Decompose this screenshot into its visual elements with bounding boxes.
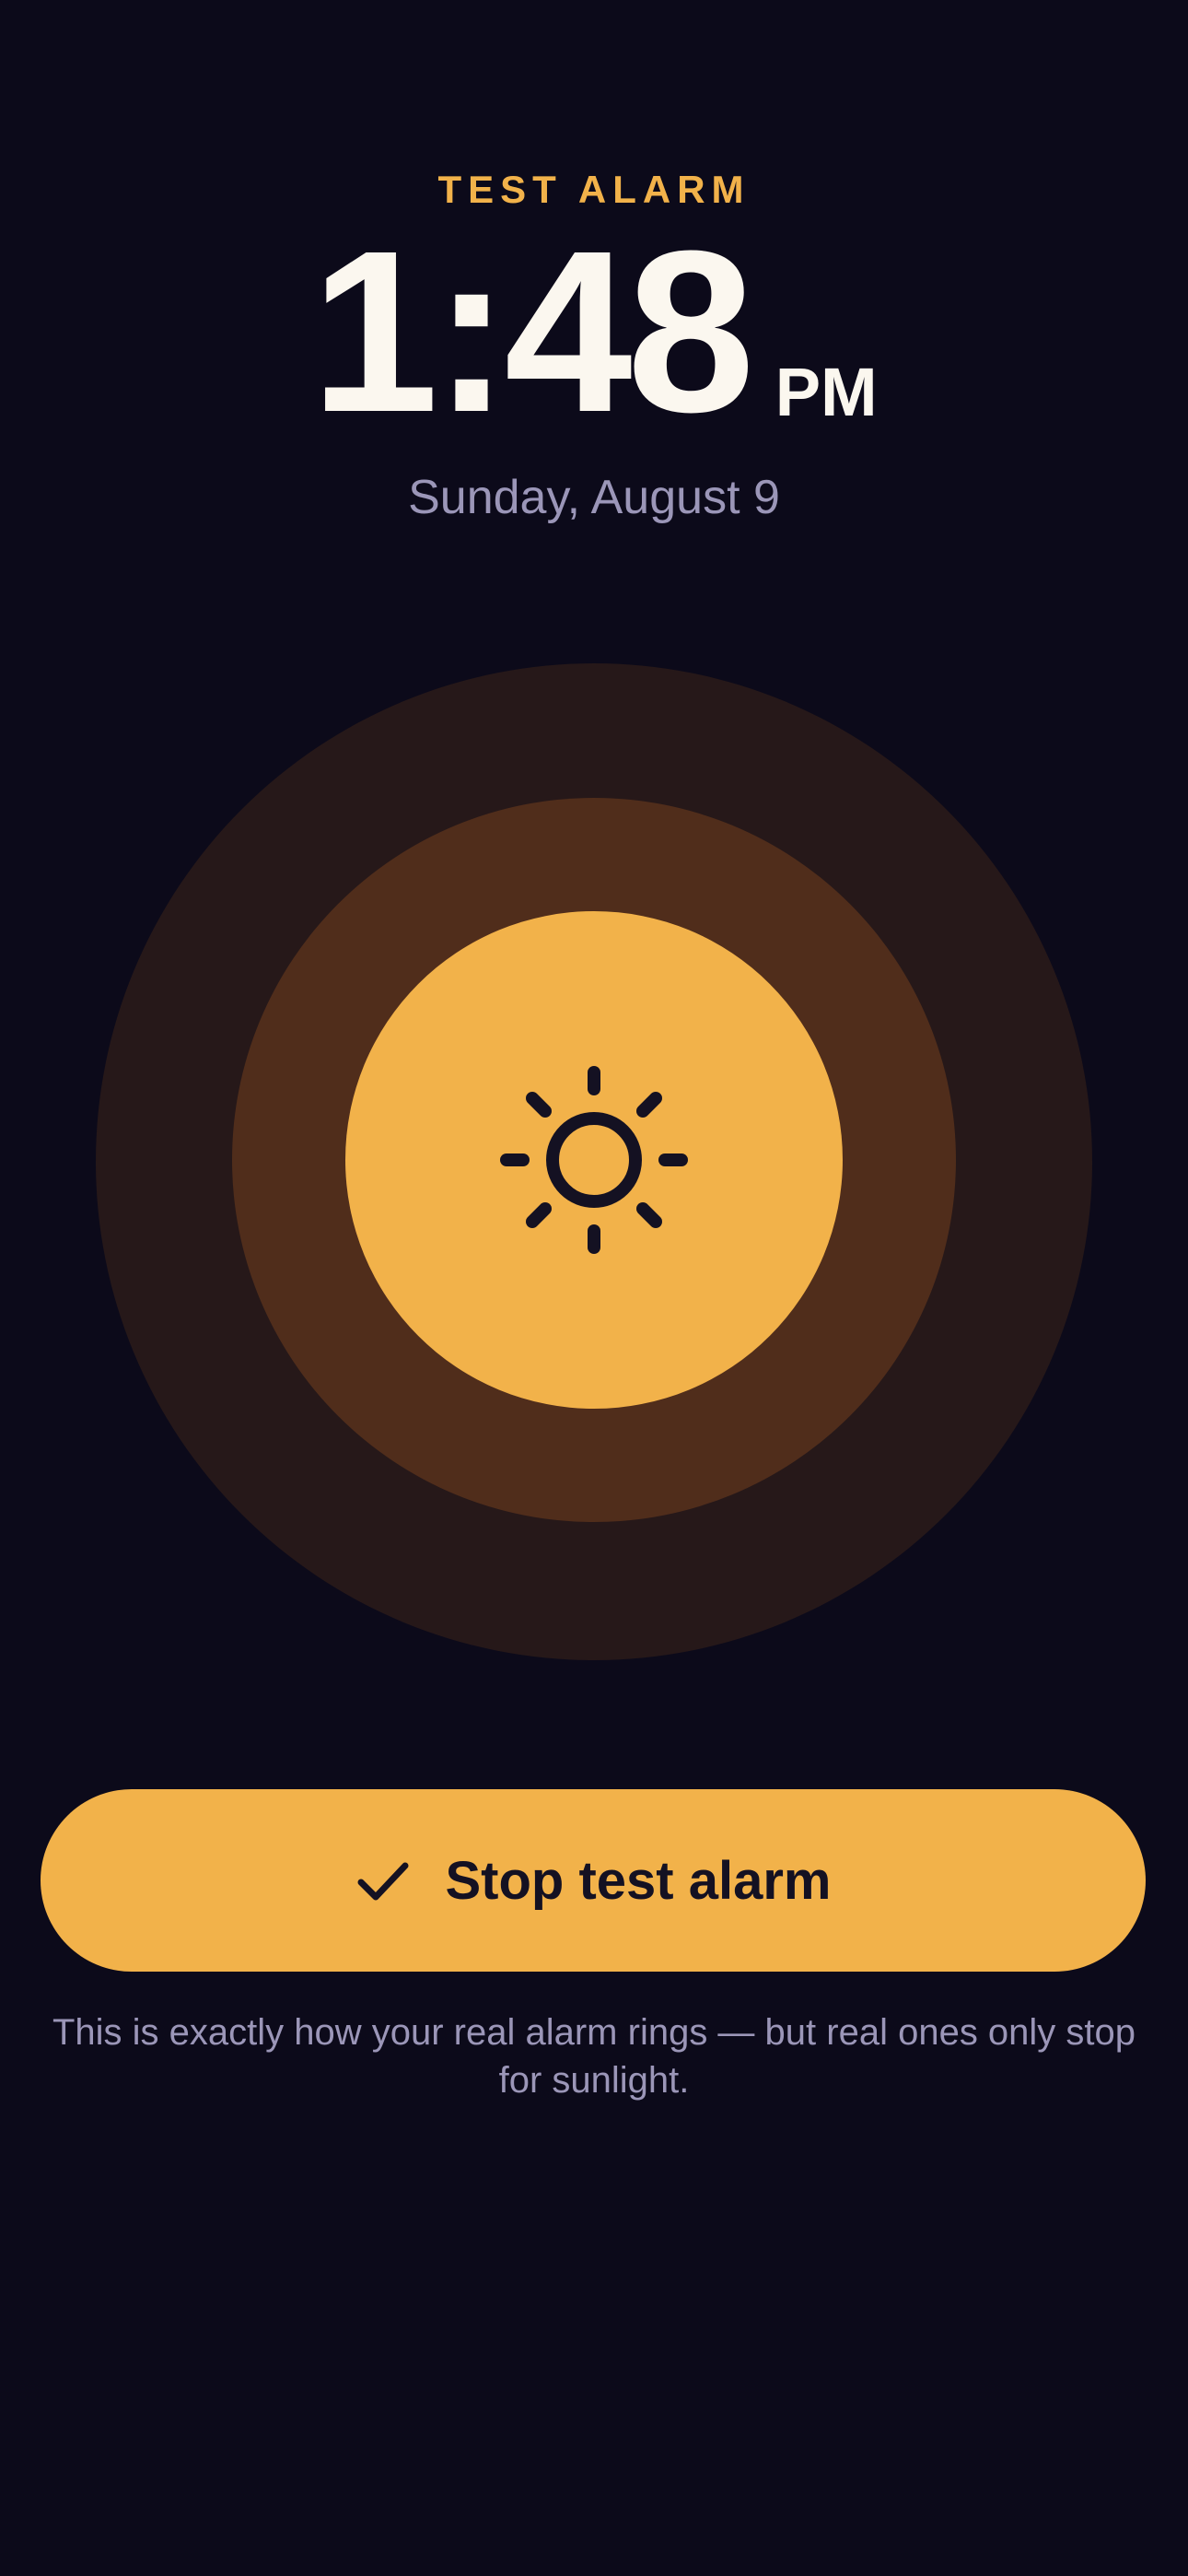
sun-circle [345,911,843,1409]
alarm-screen: TEST ALARM 1:48 PM Sunday, August 9 Stop… [0,0,1188,2576]
stop-button-label: Stop test alarm [445,1850,832,1911]
sun-icon [500,1066,688,1254]
clock-date: Sunday, August 9 [408,471,780,524]
check-icon [357,1862,408,1901]
stop-test-alarm-button[interactable]: Stop test alarm [41,1789,1146,1972]
clock-display: 1:48 PM [0,217,1188,447]
alarm-footnote: This is exactly how your real alarm ring… [52,2012,1136,2101]
clock-time: 1:48 [310,203,754,460]
clock-ampm: PM [775,354,878,430]
